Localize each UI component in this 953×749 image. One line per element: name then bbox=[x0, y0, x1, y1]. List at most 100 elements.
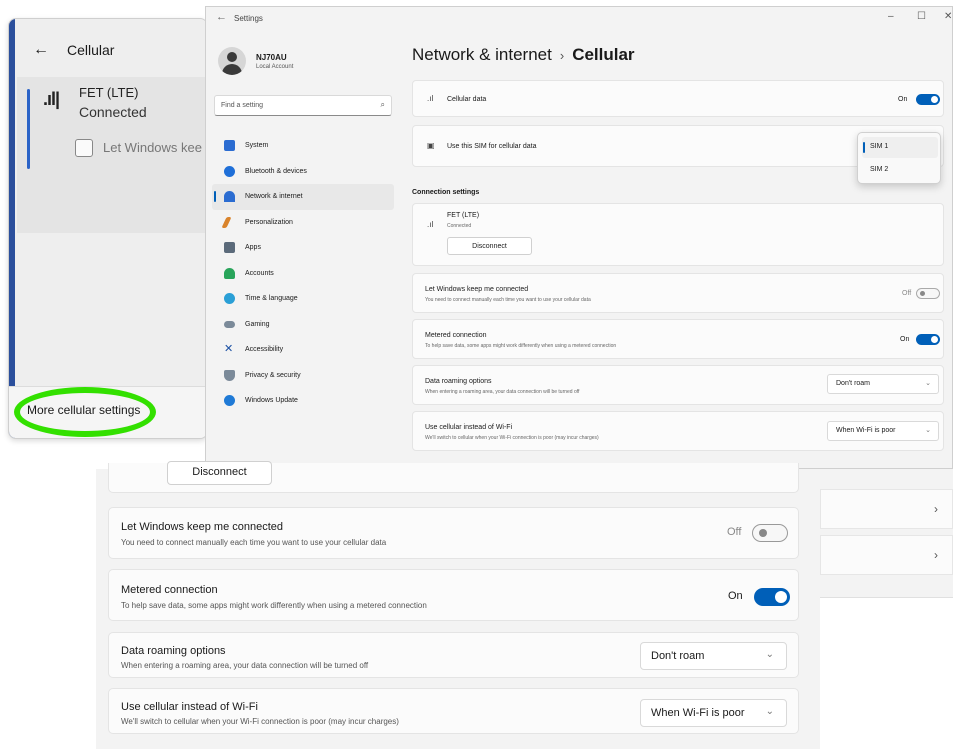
zoomed-keep-connected-label: Let Windows keep me connected bbox=[121, 521, 284, 533]
page-title: Network & internet › Cellular bbox=[412, 45, 635, 65]
zoomed-wifi-fallback-label: Use cellular instead of Wi-Fi bbox=[121, 701, 258, 713]
breadcrumb-parent[interactable]: Network & internet bbox=[412, 45, 552, 64]
roaming-label: Data roaming options bbox=[425, 378, 492, 385]
wifi-fallback-description: We'll switch to cellular when your Wi-Fi… bbox=[425, 435, 599, 441]
chevron-down-icon: ⌄ bbox=[925, 427, 931, 434]
connection-card: .ıl FET (LTE) Connected Disconnect bbox=[412, 203, 944, 266]
sidebar-item-network[interactable]: Network & internet bbox=[212, 184, 394, 210]
close-button[interactable]: ✕ bbox=[944, 11, 952, 22]
connection-settings-heading: Connection settings bbox=[412, 189, 480, 196]
flyout-title: Cellular bbox=[67, 42, 115, 58]
sidebar-item-accessibility[interactable]: ✕ Accessibility bbox=[212, 337, 394, 363]
wifi-icon bbox=[224, 191, 235, 203]
active-indicator bbox=[214, 191, 216, 202]
monitor-icon bbox=[224, 140, 235, 152]
sidebar-item-privacy[interactable]: Privacy & security bbox=[212, 363, 394, 389]
zoomed-keep-connected-toggle[interactable] bbox=[752, 524, 788, 542]
cellular-instead-of-wifi-row: Use cellular instead of Wi-Fi We'll swit… bbox=[412, 411, 944, 451]
selection-indicator bbox=[27, 89, 30, 169]
arrow-left-icon[interactable]: ← bbox=[33, 41, 49, 59]
zoomed-roaming-row: Data roaming options When entering a roa… bbox=[108, 632, 799, 678]
metered-description: To help save data, some apps might work … bbox=[425, 343, 617, 349]
keep-connected-description: You need to connect manually each time y… bbox=[425, 297, 591, 303]
search-input[interactable]: Find a setting ⌕ bbox=[214, 95, 392, 116]
chevron-right-icon: › bbox=[934, 502, 938, 516]
gamepad-icon bbox=[224, 320, 235, 328]
apps-icon bbox=[224, 242, 235, 254]
zoomed-metered-state: On bbox=[728, 590, 743, 602]
sidebar-item-label: Accessibility bbox=[245, 346, 284, 354]
sim-option-1[interactable]: SIM 1 bbox=[862, 137, 938, 158]
zoomed-wifi-fallback-dropdown[interactable]: When Wi-Fi is poor ⌄ bbox=[640, 699, 787, 727]
data-roaming-row: Data roaming options When entering a roa… bbox=[412, 365, 944, 405]
maximize-button[interactable]: ☐ bbox=[917, 11, 926, 22]
connection-status: Connected bbox=[447, 223, 472, 229]
zoomed-roaming-dropdown[interactable]: Don't roam ⌄ bbox=[640, 642, 787, 670]
zoomed-wifi-fallback-value: When Wi-Fi is poor bbox=[651, 707, 745, 719]
zoomed-wifi-fallback-description: We'll switch to cellular when your Wi-Fi… bbox=[121, 717, 399, 726]
metered-toggle[interactable] bbox=[916, 334, 940, 345]
user-profile[interactable]: NJ70AU Local Account bbox=[218, 47, 293, 75]
signal-icon: .ıl bbox=[427, 94, 434, 103]
metered-connection-row: Metered connection To help save data, so… bbox=[412, 319, 944, 359]
zoomed-keep-connected-state: Off bbox=[727, 526, 742, 538]
brush-icon bbox=[221, 216, 232, 228]
zoomed-disconnect-row: Disconnect bbox=[108, 461, 799, 493]
signal-icon: .ıl| bbox=[43, 89, 60, 109]
sim-dropdown-menu: SIM 1 SIM 2 bbox=[857, 132, 941, 184]
sidebar-item-label: Gaming bbox=[245, 320, 270, 328]
person-icon bbox=[224, 267, 235, 279]
sidebar-item-bluetooth[interactable]: Bluetooth & devices bbox=[212, 159, 394, 185]
sidebar-item-gaming[interactable]: Gaming bbox=[212, 312, 394, 338]
zoomed-roaming-value: Don't roam bbox=[651, 650, 705, 662]
sidebar-item-label: Time & language bbox=[245, 295, 298, 303]
wifi-fallback-label: Use cellular instead of Wi-Fi bbox=[425, 424, 513, 431]
back-arrow-icon[interactable]: ← bbox=[216, 11, 227, 23]
connection-name: FET (LTE) bbox=[447, 212, 480, 219]
keep-connected-toggle[interactable] bbox=[916, 288, 940, 299]
window-title: Settings bbox=[234, 14, 263, 23]
chevron-down-icon: ⌄ bbox=[765, 649, 774, 660]
sidebar-item-personalization[interactable]: Personalization bbox=[212, 210, 394, 236]
wifi-fallback-dropdown[interactable]: When Wi-Fi is poor ⌄ bbox=[827, 421, 939, 441]
shield-icon bbox=[224, 369, 235, 381]
keep-connected-state: Off bbox=[902, 290, 912, 297]
zoomed-right-strip: › › bbox=[820, 469, 953, 598]
sidebar-nav: System Bluetooth & devices Network & int… bbox=[212, 133, 394, 414]
zoomed-link-row[interactable]: › bbox=[820, 489, 953, 529]
chevron-right-icon: › bbox=[934, 548, 938, 562]
keep-connected-checkbox[interactable] bbox=[75, 139, 93, 157]
keep-connected-row: Let Windows keep me connected You need t… bbox=[412, 273, 944, 313]
disconnect-button[interactable]: Disconnect bbox=[447, 237, 532, 255]
sim-option-2[interactable]: SIM 2 bbox=[862, 160, 938, 181]
signal-icon: .ıl bbox=[427, 220, 434, 229]
sidebar-item-label: Accounts bbox=[245, 269, 274, 277]
metered-state: On bbox=[900, 336, 910, 343]
sidebar-item-system[interactable]: System bbox=[212, 133, 394, 159]
sidebar-item-label: System bbox=[245, 142, 269, 150]
zoomed-metered-row: Metered connection To help save data, so… bbox=[108, 569, 799, 621]
cellular-data-state: On bbox=[898, 96, 908, 103]
zoomed-link-row[interactable]: › bbox=[820, 535, 953, 575]
flyout-network-card[interactable]: .ıl| FET (LTE) Connected Let Windows kee bbox=[17, 77, 207, 233]
zoomed-disconnect-button[interactable]: Disconnect bbox=[167, 461, 272, 485]
sidebar-item-accounts[interactable]: Accounts bbox=[212, 261, 394, 287]
sidebar-item-apps[interactable]: Apps bbox=[212, 235, 394, 261]
roaming-dropdown[interactable]: Don't roam ⌄ bbox=[827, 374, 939, 394]
zoomed-metered-description: To help save data, some apps might work … bbox=[121, 601, 427, 610]
zoomed-metered-toggle[interactable] bbox=[754, 588, 790, 606]
highlight-ellipse bbox=[14, 387, 156, 437]
chevron-down-icon: ⌄ bbox=[925, 380, 931, 387]
accessibility-icon: ✕ bbox=[224, 343, 234, 356]
minimize-button[interactable]: – bbox=[888, 11, 894, 22]
cellular-data-toggle[interactable] bbox=[916, 94, 940, 105]
flyout-network-status: Connected bbox=[79, 104, 147, 120]
cellular-data-row: .ıl Cellular data On bbox=[412, 80, 944, 117]
profile-name: NJ70AU bbox=[256, 52, 287, 62]
zoomed-settings-panel: Disconnect Let Windows keep me connected… bbox=[96, 461, 820, 749]
sidebar-item-time-language[interactable]: Time & language bbox=[212, 286, 394, 312]
roaming-dropdown-value: Don't roam bbox=[836, 380, 871, 387]
bluetooth-icon bbox=[224, 165, 235, 177]
search-icon: ⌕ bbox=[380, 100, 385, 109]
sidebar-item-windows-update[interactable]: Windows Update bbox=[212, 388, 394, 414]
